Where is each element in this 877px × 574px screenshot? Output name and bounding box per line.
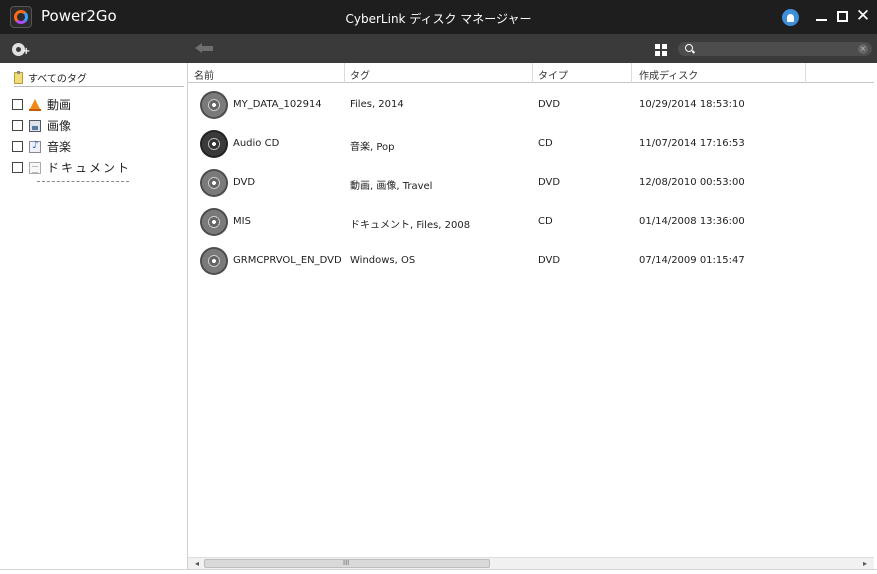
table-row[interactable]: Audio CD 音楽, Pop CD 11/07/2014 17:16:53 bbox=[188, 125, 874, 163]
tag-label: 動画 bbox=[47, 98, 72, 112]
disc-icon bbox=[200, 208, 228, 236]
tag-label: ドキュメント bbox=[47, 161, 132, 175]
table-row[interactable]: GRMCPRVOL_EN_DVD Windows, OS DVD 07/14/2… bbox=[188, 242, 874, 280]
horizontal-scrollbar[interactable]: ◂ III ▸ bbox=[188, 557, 874, 569]
audio-disc-icon bbox=[200, 130, 228, 158]
toolbar: + × bbox=[0, 34, 877, 63]
back-arrow-button[interactable] bbox=[195, 43, 213, 54]
disc-icon bbox=[200, 247, 228, 275]
all-tags-label: すべてのタグ bbox=[28, 74, 87, 85]
clear-search-icon[interactable]: × bbox=[858, 44, 868, 54]
document-icon bbox=[29, 161, 41, 174]
row-type: DVD bbox=[538, 99, 561, 110]
row-name: GRMCPRVOL_EN_DVD bbox=[233, 255, 342, 266]
window-bottom-border bbox=[0, 569, 877, 574]
row-created: 10/29/2014 18:53:10 bbox=[639, 99, 745, 110]
row-name: Audio CD bbox=[233, 138, 280, 149]
window-title: CyberLink ディスク マネージャー bbox=[345, 12, 532, 26]
close-button[interactable]: ✕ bbox=[853, 6, 873, 26]
tag-label: 画像 bbox=[47, 119, 72, 133]
row-name: DVD bbox=[233, 177, 256, 188]
tag-list: 動画 画像 音楽 ドキュメント bbox=[12, 94, 131, 178]
row-created: 07/14/2009 01:15:47 bbox=[639, 255, 745, 266]
row-created: 11/07/2014 17:16:53 bbox=[639, 138, 745, 149]
row-tags: ドキュメント, Files, 2008 bbox=[350, 220, 471, 231]
minimize-button[interactable] bbox=[811, 6, 831, 26]
disc-list-panel: 名前 タグ タイプ 作成ディスク MY_DATA_102914 Files, 2… bbox=[188, 63, 874, 557]
search-input[interactable] bbox=[698, 43, 848, 55]
title-bar: Power2Go CyberLink ディスク マネージャー ✕ bbox=[0, 0, 877, 34]
search-icon bbox=[685, 44, 693, 52]
row-created: 12/08/2010 00:53:00 bbox=[639, 177, 745, 188]
all-tags-header[interactable]: すべてのタグ bbox=[14, 69, 184, 87]
row-tags: 動画, 画像, Travel bbox=[350, 181, 433, 192]
tag-clip-icon bbox=[14, 70, 23, 84]
disc-icon bbox=[200, 91, 228, 119]
table-row[interactable]: MIS ドキュメント, Files, 2008 CD 01/14/2008 13… bbox=[188, 203, 874, 241]
music-icon bbox=[29, 140, 41, 153]
column-header: 名前 タグ タイプ 作成ディスク bbox=[188, 63, 874, 83]
row-name: MIS bbox=[233, 216, 251, 227]
tag-checkbox-video[interactable] bbox=[12, 99, 23, 110]
tag-item-document[interactable]: ドキュメント bbox=[12, 157, 131, 178]
row-name: MY_DATA_102914 bbox=[233, 99, 322, 110]
tag-checkbox-image[interactable] bbox=[12, 120, 23, 131]
scroll-left-arrow-icon[interactable]: ◂ bbox=[191, 558, 203, 569]
tag-checkbox-document[interactable] bbox=[12, 162, 23, 173]
tag-item-music[interactable]: 音楽 bbox=[12, 136, 131, 157]
notification-bell-icon[interactable] bbox=[782, 9, 799, 26]
video-icon bbox=[29, 98, 41, 111]
column-type[interactable]: タイプ bbox=[538, 67, 568, 82]
image-icon bbox=[29, 119, 41, 132]
row-type: CD bbox=[538, 216, 553, 227]
row-tags: 音楽, Pop bbox=[350, 142, 395, 153]
column-tags[interactable]: タグ bbox=[350, 67, 370, 82]
table-row[interactable]: DVD 動画, 画像, Travel DVD 12/08/2010 00:53:… bbox=[188, 164, 874, 202]
row-tags: Files, 2014 bbox=[350, 99, 404, 110]
tag-item-video[interactable]: 動画 bbox=[12, 94, 131, 115]
row-type: DVD bbox=[538, 255, 561, 266]
row-type: CD bbox=[538, 138, 553, 149]
grid-view-button[interactable] bbox=[655, 44, 667, 56]
scrollbar-thumb[interactable]: III bbox=[204, 559, 490, 568]
table-row[interactable]: MY_DATA_102914 Files, 2014 DVD 10/29/201… bbox=[188, 86, 874, 124]
maximize-button[interactable] bbox=[832, 6, 852, 26]
column-created[interactable]: 作成ディスク bbox=[639, 67, 698, 82]
row-tags: Windows, OS bbox=[350, 255, 416, 266]
tag-divider bbox=[37, 181, 129, 182]
disc-icon bbox=[200, 169, 228, 197]
tag-label: 音楽 bbox=[47, 140, 72, 154]
scroll-right-arrow-icon[interactable]: ▸ bbox=[859, 558, 871, 569]
search-box: × bbox=[678, 42, 872, 56]
tag-item-image[interactable]: 画像 bbox=[12, 115, 131, 136]
column-name[interactable]: 名前 bbox=[194, 67, 214, 82]
tag-sidebar: すべてのタグ 動画 画像 音楽 ドキュメント bbox=[6, 63, 188, 569]
row-type: DVD bbox=[538, 177, 561, 188]
tag-checkbox-music[interactable] bbox=[12, 141, 23, 152]
row-created: 01/14/2008 13:36:00 bbox=[639, 216, 745, 227]
add-disc-button[interactable]: + bbox=[12, 41, 30, 57]
scrollbar-grip: III bbox=[343, 559, 350, 567]
